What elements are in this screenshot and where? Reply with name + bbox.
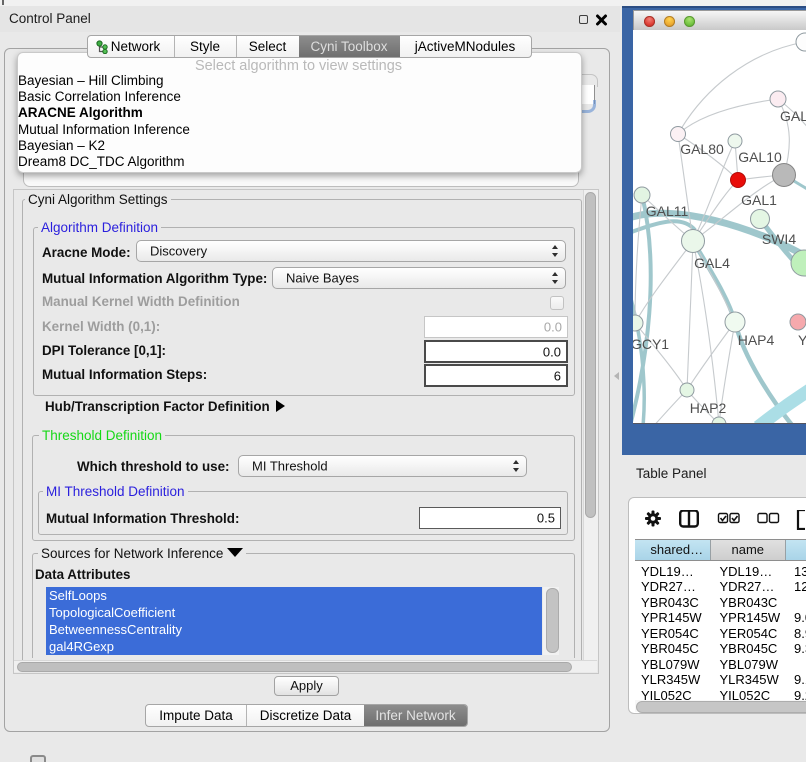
svg-text:YJR: YJR <box>798 332 806 348</box>
svg-text:HAP2: HAP2 <box>690 400 727 416</box>
svg-text:GAL80: GAL80 <box>680 141 724 157</box>
svg-text:GAL1: GAL1 <box>741 192 777 208</box>
svg-text:SWI4: SWI4 <box>762 231 796 247</box>
svg-text:GCY1: GCY1 <box>633 336 669 352</box>
svg-text:GAL11: GAL11 <box>646 203 689 219</box>
svg-text:HAP4: HAP4 <box>738 332 775 348</box>
svg-text:GAL2: GAL2 <box>780 108 806 124</box>
svg-text:GAL4: GAL4 <box>694 255 730 271</box>
svg-text:GAL10: GAL10 <box>738 149 782 165</box>
